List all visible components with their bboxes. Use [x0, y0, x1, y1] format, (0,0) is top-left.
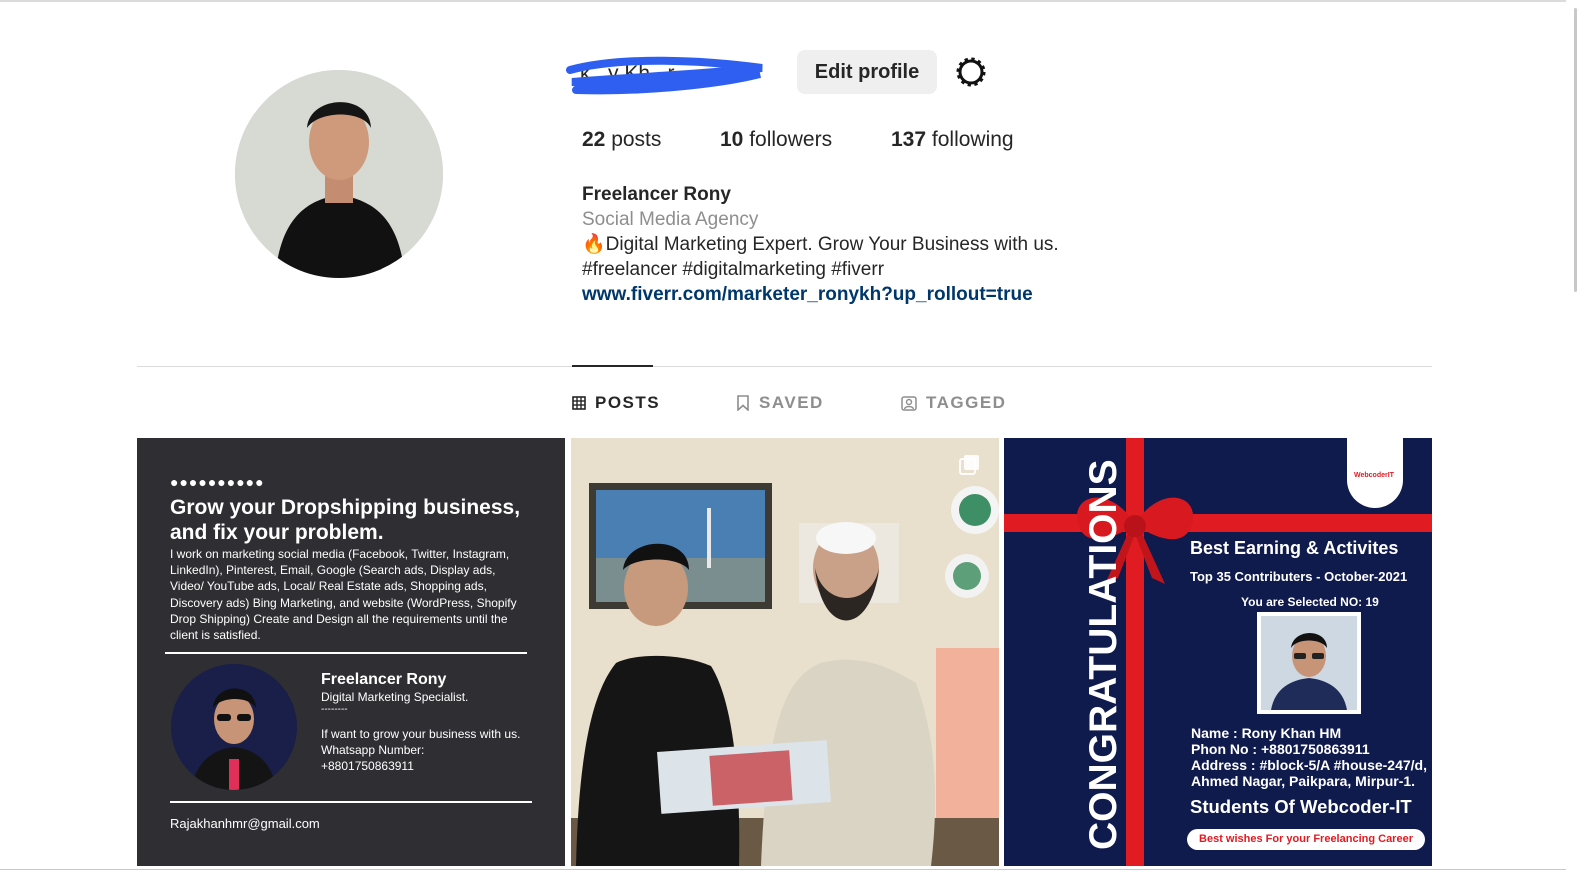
- post1-headline: Grow your Dropshipping business, and fix…: [170, 496, 521, 544]
- top-border: [0, 0, 1580, 2]
- post1-dash: --------: [321, 704, 348, 715]
- post3-address-line-2: Ahmed Nagar, Paikpara, Mirpur-1.: [1191, 773, 1416, 789]
- post1-role: Digital Marketing Specialist.: [321, 690, 469, 704]
- post3-photo: [1261, 616, 1357, 710]
- post3-wish: Best wishes For your Freelancing Career: [1187, 829, 1425, 850]
- post3-phone-line: Phon No : +8801750863911: [1191, 741, 1370, 757]
- tab-posts[interactable]: POSTS: [572, 393, 660, 413]
- bio-link[interactable]: www.fiverr.com/marketer_ronykh?up_rollou…: [582, 284, 1033, 305]
- post3-students: Students Of Webcoder-IT: [1190, 796, 1412, 817]
- post1-divider-top: [165, 652, 527, 654]
- profile-avatar[interactable]: [235, 70, 443, 278]
- post1-body: I work on marketing social media (Facebo…: [170, 547, 517, 643]
- bookmark-icon: [737, 395, 749, 411]
- tagged-icon: [901, 396, 917, 411]
- bio-line-2: #freelancer #digitalmarketing #fiverr: [582, 259, 885, 280]
- posts-count: 22: [582, 128, 606, 151]
- following-stat[interactable]: 137 following: [891, 128, 1014, 152]
- post3-address-line-1: Address : #block-5/A #house-247/d,: [1191, 757, 1427, 773]
- multiple-photos-icon: [959, 455, 979, 475]
- post3-selected: You are Selected NO: 19: [1241, 595, 1379, 609]
- post1-whatsapp-label: Whatsapp Number:: [321, 743, 425, 757]
- post3-congrats: CONGRATULATIONS: [1082, 459, 1125, 850]
- post1-divider-bottom: [170, 801, 532, 803]
- active-tab-indicator: [572, 365, 653, 367]
- posts-count-stat: 22 posts: [582, 128, 661, 152]
- post3-title: Best Earning & Activites: [1190, 538, 1399, 558]
- post2-photo: [571, 438, 999, 866]
- post1-name: Freelancer Rony: [321, 671, 447, 688]
- tab-saved[interactable]: SAVED: [736, 393, 824, 413]
- tab-tagged-label: TAGGED: [926, 393, 1007, 412]
- post1-note: If want to grow your business with us. W…: [321, 726, 531, 774]
- tabs-divider: [137, 366, 1432, 367]
- bio-category: Social Media Agency: [582, 209, 759, 230]
- edit-profile-button[interactable]: Edit profile: [797, 50, 937, 94]
- tab-posts-label: POSTS: [595, 393, 661, 412]
- post1-note-text: If want to grow your business with us.: [321, 727, 521, 741]
- followers-count: 10: [720, 128, 744, 151]
- redaction-scribble: [566, 56, 763, 95]
- tab-saved-label: SAVED: [759, 393, 824, 412]
- bio-name: Freelancer Rony: [582, 184, 731, 205]
- post3-info: Name : Rony Khan HM Phon No : +880175086…: [1191, 725, 1427, 789]
- settings-gear-icon[interactable]: [953, 54, 989, 90]
- posts-label: posts: [611, 128, 662, 151]
- post-tile-2[interactable]: [571, 438, 999, 866]
- post3-subtitle: Top 35 Contributers - October-2021: [1190, 569, 1408, 584]
- avatar-photo: [235, 70, 443, 278]
- post-tile-3[interactable]: WebcoderIT CONGRATULATIONS Best Earning …: [1004, 438, 1432, 866]
- bio-line-1: 🔥Digital Marketing Expert. Grow Your Bus…: [582, 234, 1059, 255]
- scrollbar-thumb[interactable]: [1574, 8, 1577, 292]
- grid-icon: [572, 396, 586, 410]
- followers-label: followers: [749, 128, 833, 151]
- following-label: following: [931, 128, 1014, 151]
- post1-portrait: [171, 664, 297, 790]
- post3-ribbon-horizontal: [1004, 514, 1432, 532]
- post1-portrait-image: [171, 664, 297, 790]
- webcoder-logo-text: WebcoderIT: [1354, 472, 1394, 479]
- post3-name-line: Name : Rony Khan HM: [1191, 725, 1342, 741]
- bottom-border: [0, 869, 1566, 870]
- scrollbar[interactable]: [1566, 0, 1580, 880]
- tab-tagged[interactable]: TAGGED: [901, 393, 1006, 413]
- followers-stat[interactable]: 10 followers: [720, 128, 832, 152]
- post3-portrait-image: [1261, 616, 1357, 710]
- post1-email: Rajakhanhmr@gmail.com: [170, 816, 320, 831]
- following-count: 137: [891, 128, 927, 151]
- post1-whatsapp: +8801750863911: [321, 759, 414, 773]
- post1-dots: ●●●●●●●●●●: [170, 474, 265, 490]
- profile-bio: Freelancer Rony Social Media Agency 🔥Dig…: [582, 182, 1059, 307]
- post3-photo-frame: [1257, 612, 1361, 714]
- post-tile-1[interactable]: ●●●●●●●●●● Grow your Dropshipping busine…: [137, 438, 565, 866]
